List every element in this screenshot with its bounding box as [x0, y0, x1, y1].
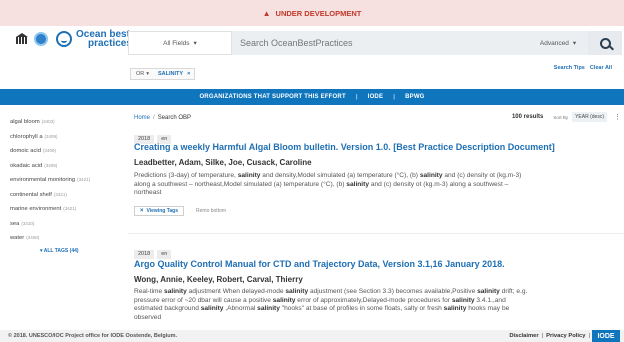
dev-banner-text: UNDER DEVELOPMENT [275, 8, 362, 18]
sidebar-tag-item[interactable]: chlorophyll a (3409) [10, 130, 120, 145]
tag-label: domoic acid [10, 148, 41, 154]
lang-tag[interactable]: en [157, 250, 172, 259]
tag-count: (3408) [26, 235, 40, 240]
nav-iode[interactable]: IODE [368, 94, 383, 100]
viewing-tags-button[interactable]: × Viewing Tags [134, 205, 185, 216]
warning-icon: ▲ [262, 8, 271, 18]
sidebar-tag-item[interactable]: domoic acid (3409) [10, 144, 120, 159]
sidebar-tag-item[interactable]: water (3408) [10, 231, 120, 246]
logo-text: Ocean best practices [76, 30, 132, 49]
filter-operator: OR [136, 71, 145, 77]
ioc-logo-icon [34, 32, 48, 46]
tag-sidebar: algal bloom (3403) chlorophyll a (3409) do… [10, 115, 120, 254]
search-field-label: All Fields [163, 39, 190, 47]
tag-label: algal bloom [10, 119, 40, 125]
nav-bpwg[interactable]: BPWG [405, 94, 424, 100]
more-options-icon[interactable]: ⋮ [611, 113, 624, 121]
footer-copyright: © 2018. UNESCO/IOC Project office for IO… [8, 333, 178, 339]
logo[interactable]: Ocean best practices [14, 30, 132, 49]
advanced-search-select[interactable]: Advanced ▾ [528, 31, 588, 55]
tag-label: okadaic acid [10, 162, 43, 169]
tag-count: (3421) [77, 177, 91, 182]
sidebar-tag-item[interactable]: marine environment (3421) [10, 202, 120, 217]
search-button[interactable] [588, 31, 622, 55]
nav-separator: | [393, 94, 396, 100]
breadcrumb-row: Home / Search OBP 100 results Sort By YEAR… [134, 112, 624, 124]
sidebar-tag-item[interactable]: environmental monitoring (3421) [10, 173, 120, 188]
footer-separator: | [541, 333, 544, 339]
search-bar: All Fields ▾ Advanced ▾ [128, 31, 622, 55]
tag-label: marine environment [10, 206, 62, 212]
tag-count: (3409) [42, 148, 56, 153]
search-field-select[interactable]: All Fields ▾ [128, 31, 232, 55]
footer-links: Disclaimer | Privacy Policy | [509, 330, 590, 342]
logo-line2: practices [88, 38, 132, 49]
record-authors: Wong, Annie, Keeley, Robert, Carval, Thi… [134, 275, 303, 284]
sidebar-tag-item[interactable]: sea (3410) [10, 217, 120, 232]
filter-value-label: SALINITY [158, 71, 184, 77]
results-controls: 100 results Sort By YEAR (desc) ⋮ [512, 112, 624, 122]
privacy-policy-link[interactable]: Privacy Policy [546, 333, 585, 339]
advanced-label: Advanced [539, 39, 569, 47]
sort-label: Sort By [553, 114, 569, 120]
chevron-down-icon: ▾ [40, 247, 43, 254]
breadcrumb: Home / Search OBP [134, 115, 191, 121]
all-tags-link[interactable]: ▾ ALL TAGS (44) [10, 248, 120, 254]
record-title[interactable]: Argo Quality Control Manual for CTD and … [134, 259, 620, 269]
tag-label: water [10, 235, 25, 241]
tag-count: (3410) [21, 220, 35, 226]
close-icon: × [140, 207, 144, 214]
tag-label: environmental monitoring [10, 177, 76, 183]
breadcrumb-home[interactable]: Home [134, 115, 150, 121]
tag-count: (3409) [44, 133, 58, 139]
breadcrumb-current: Search OBP [157, 115, 192, 121]
search-tips-link[interactable]: Search Tips [554, 65, 585, 71]
all-tags-label: ALL TAGS (44) [43, 247, 79, 254]
year-tag[interactable]: 2018 [134, 250, 155, 259]
record-abstract: Real-time salinity adjustment When delay… [134, 288, 528, 321]
tag-label: chlorophyll a [10, 133, 43, 140]
filter-value: SALINITY × [154, 71, 194, 77]
result-record: 2018 en Argo Quality Control Manual for C… [134, 242, 620, 322]
footer: © 2018. UNESCO/IOC Project office for IO… [0, 330, 624, 342]
breadcrumb-separator: / [153, 115, 155, 121]
record-authors: Leadbetter, Adam, Silke, Joe, Cusack, Ca… [134, 158, 312, 167]
clear-all-link[interactable]: Clear All [590, 65, 612, 71]
result-record: 2018 en Creating a weekly Harmful Algal B… [134, 127, 620, 216]
close-icon[interactable]: × [187, 71, 190, 77]
dev-banner: ▲ UNDER DEVELOPMENT [0, 0, 624, 26]
search-tips-links: Search Tips Clear All [554, 65, 612, 71]
nav-organizations[interactable]: ORGANIZATIONS THAT SUPPORT THIS EFFORT [199, 94, 345, 100]
record-abstract: Predictions (3-day) of temperature, sali… [134, 172, 522, 196]
tag-count: (3421) [63, 206, 77, 211]
filter-operator-select[interactable]: OR ▾ [131, 71, 154, 77]
tag-count: (3409) [44, 162, 58, 168]
sort-select[interactable]: YEAR (desc) [572, 112, 607, 122]
tag-count: (3421) [53, 191, 67, 197]
nav-separator: | [355, 94, 358, 100]
chevron-down-icon: ▾ [193, 40, 197, 47]
sidebar-tag-item[interactable]: continental shelf (3421) [10, 188, 120, 203]
search-input[interactable] [232, 31, 528, 55]
filter-chip: OR ▾ SALINITY × [130, 68, 196, 80]
disclaimer-link[interactable]: Disclaimer [509, 333, 538, 339]
sidebar-tag-item[interactable]: algal bloom (3403) [10, 115, 120, 130]
record-extra-link[interactable]: Remo bottom [196, 208, 226, 214]
sidebar-tag-item[interactable]: okadaic acid (3409) [10, 159, 120, 174]
chevron-down-icon: ▾ [572, 40, 577, 47]
footer-separator: | [588, 333, 590, 339]
tag-label: continental shelf [10, 191, 52, 198]
tag-count: (3403) [41, 119, 55, 124]
unesco-logo-icon [14, 33, 30, 45]
results-count: 100 results [511, 114, 544, 120]
iode-logo[interactable]: IODE [592, 330, 620, 342]
obp-logo-icon [56, 31, 72, 47]
record-divider [128, 233, 624, 234]
chevron-down-icon: ▾ [146, 71, 150, 77]
org-nav-bar: ORGANIZATIONS THAT SUPPORT THIS EFFORT |… [0, 89, 624, 105]
search-icon [599, 37, 611, 49]
tag-label: sea [10, 220, 20, 227]
record-title[interactable]: Creating a weekly Harmful Algal Bloom bu… [134, 142, 620, 152]
